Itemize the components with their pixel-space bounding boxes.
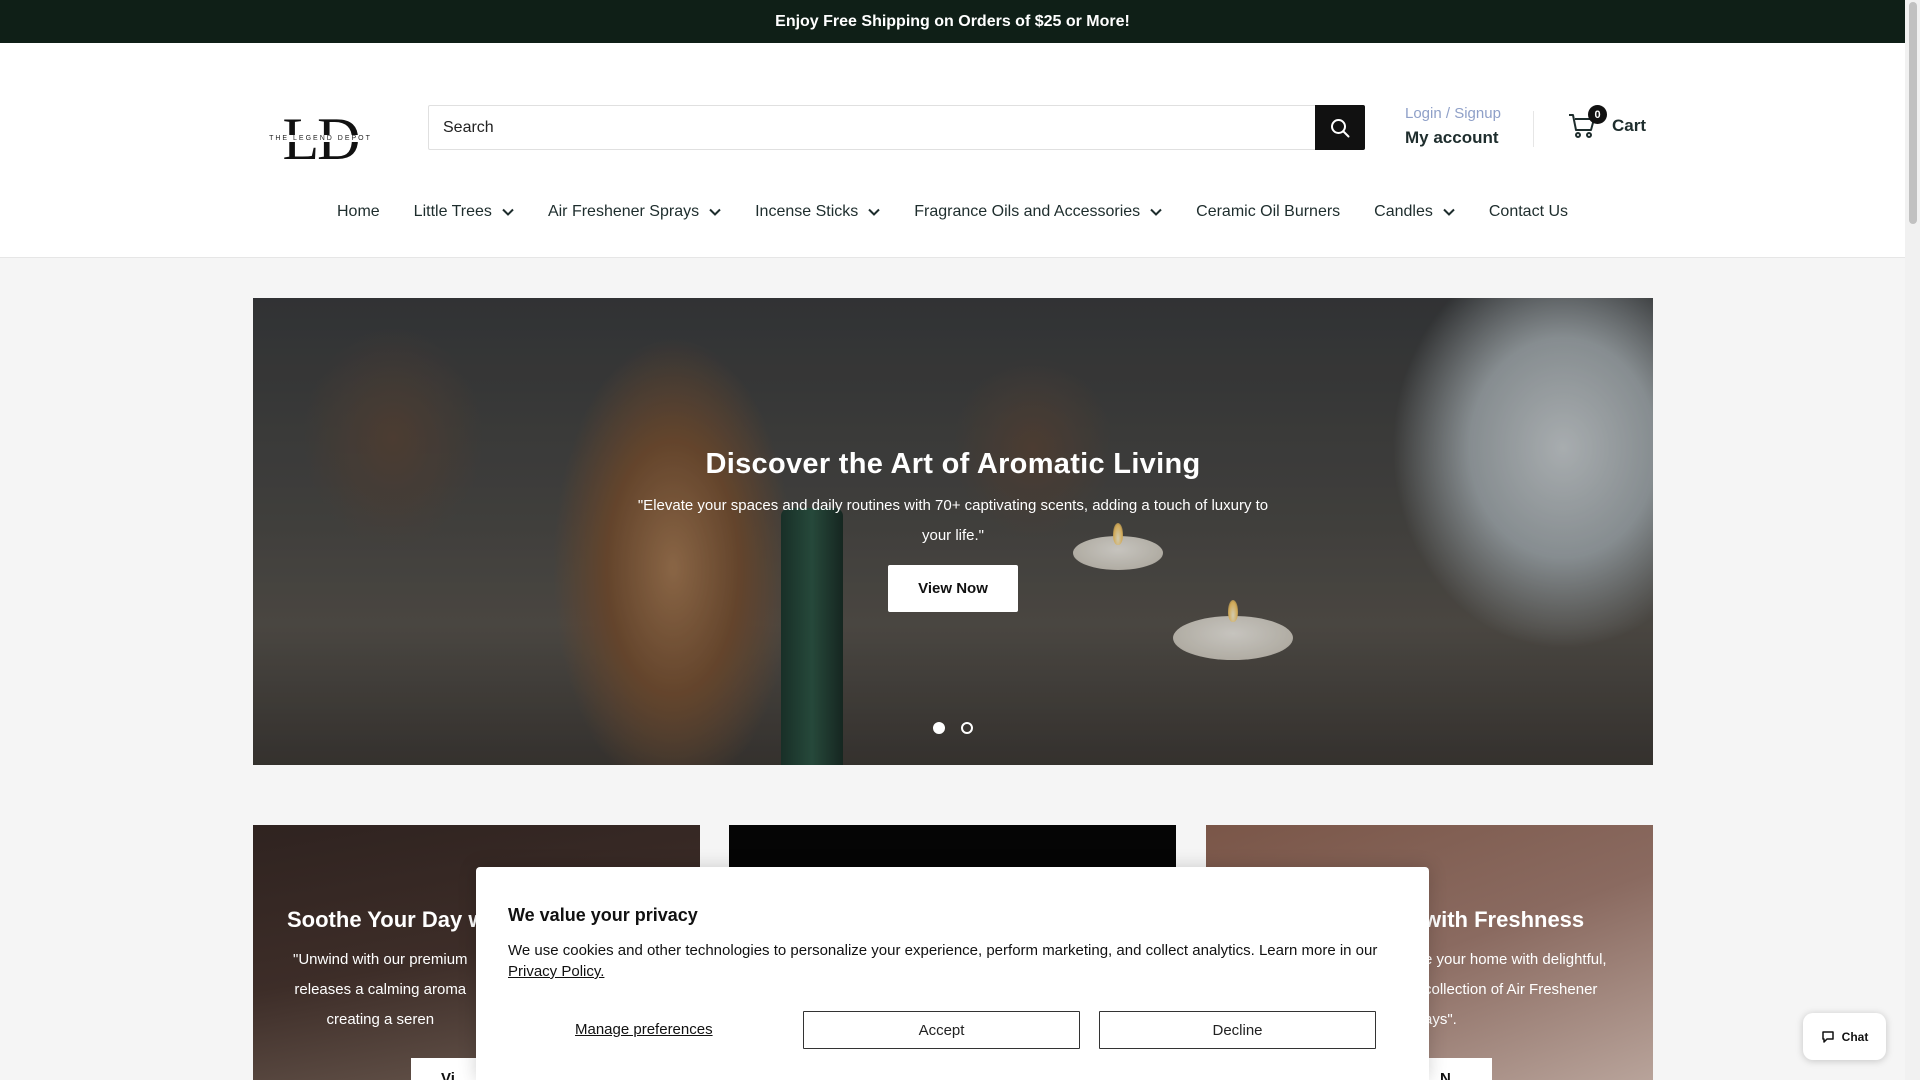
site-header: LD THE LEGEND DEPOT Login / Signup My ac… xyxy=(0,43,1905,258)
nav-item-label: Fragrance Oils and Accessories xyxy=(914,203,1141,220)
nav-item-candles[interactable]: Candles xyxy=(1357,203,1472,221)
hero-view-now-button[interactable]: View Now xyxy=(888,565,1018,612)
nav-item-incense-sticks[interactable]: Incense Sticks xyxy=(738,203,897,221)
nav-item-fragrance-oils[interactable]: Fragrance Oils and Accessories xyxy=(897,203,1179,221)
promo-card-line: ays". xyxy=(1424,1011,1457,1028)
search-bar xyxy=(428,105,1365,150)
hero-title: Discover the Art of Aromatic Living xyxy=(705,448,1201,480)
decline-button[interactable]: Decline xyxy=(1099,1011,1376,1049)
promo-card-text: "Unwind with our premium releases a calm… xyxy=(293,945,468,1035)
nav-item-label: Candles xyxy=(1374,203,1433,220)
promo-card-line: "Unwind with our premium xyxy=(293,951,468,968)
search-icon xyxy=(1331,118,1350,137)
cookie-body: We use cookies and other technologies to… xyxy=(508,942,1378,959)
logo[interactable]: LD THE LEGEND DEPOT xyxy=(253,78,388,172)
nav-item-ceramic-oil-burners[interactable]: Ceramic Oil Burners xyxy=(1179,203,1357,221)
promo-card-line: releases a calming aroma xyxy=(294,981,467,998)
chevron-down-icon xyxy=(502,208,514,216)
login-signup-link[interactable]: Login / Signup xyxy=(1405,105,1501,122)
hero-subtitle: "Elevate your spaces and daily routines … xyxy=(637,497,1269,544)
slide-dot-1[interactable] xyxy=(933,722,945,734)
scrollbar-thumb[interactable] xyxy=(1909,2,1917,224)
main-nav: Home Little Trees Air Freshener Sprays I… xyxy=(0,203,1905,221)
nav-item-label: Little Trees xyxy=(413,203,492,220)
announcement-text: Enjoy Free Shipping on Orders of $25 or … xyxy=(775,12,1130,30)
chevron-down-icon xyxy=(1150,208,1162,216)
promo-card-line: e your home with delightful, xyxy=(1424,951,1607,968)
chat-bubble-icon xyxy=(1821,1030,1834,1043)
promo-card-line: collection of Air Freshener xyxy=(1424,981,1598,998)
nav-item-contact-us[interactable]: Contact Us xyxy=(1472,203,1585,221)
header-divider xyxy=(1533,111,1534,147)
slide-dot-2[interactable] xyxy=(961,722,973,734)
page-scrollbar[interactable] xyxy=(1905,0,1920,1080)
nav-item-air-freshener-sprays[interactable]: Air Freshener Sprays xyxy=(531,203,738,221)
cart-button[interactable]: 0 Cart xyxy=(1568,105,1647,139)
nav-item-label: Home xyxy=(336,203,380,220)
promo-card-title: with Freshness xyxy=(1424,907,1585,932)
logo-text: THE LEGEND DEPOT xyxy=(267,134,374,142)
cookie-title: We value your privacy xyxy=(508,905,698,925)
cookie-banner: We value your privacy We use cookies and… xyxy=(476,867,1429,1080)
chat-label: Chat xyxy=(1841,1029,1869,1044)
nav-item-label: Contact Us xyxy=(1488,203,1569,220)
chevron-down-icon xyxy=(709,208,721,216)
chat-button[interactable]: Chat xyxy=(1803,1013,1886,1060)
nav-item-label: Air Freshener Sprays xyxy=(547,203,700,220)
cookie-actions: Manage preferences Accept Decline xyxy=(476,1011,1429,1049)
manage-preferences-link[interactable]: Manage preferences xyxy=(575,1021,713,1038)
nav-item-little-trees[interactable]: Little Trees xyxy=(397,203,531,221)
nav-item-label: Incense Sticks xyxy=(755,203,859,220)
slide-dots xyxy=(253,722,1653,734)
nav-item-home[interactable]: Home xyxy=(320,203,397,221)
account-links: Login / Signup My account xyxy=(1405,105,1501,148)
chevron-down-icon xyxy=(868,208,880,216)
cart-count-badge: 0 xyxy=(1588,105,1607,124)
promo-card-text: e your home with delightful, collection … xyxy=(1424,945,1607,1035)
cart-label: Cart xyxy=(1612,116,1647,135)
privacy-policy-link[interactable]: Privacy Policy. xyxy=(508,963,604,980)
hero-slideshow: Discover the Art of Aromatic Living "Ele… xyxy=(253,298,1653,765)
promo-card-title: Soothe Your Day wit xyxy=(287,907,499,932)
search-input[interactable] xyxy=(429,106,1315,149)
cookie-text: We use cookies and other technologies to… xyxy=(508,940,1397,982)
accept-button[interactable]: Accept xyxy=(803,1011,1080,1049)
promo-card-line: creating a seren xyxy=(326,1011,435,1028)
my-account-link[interactable]: My account xyxy=(1405,128,1501,148)
announcement-bar: Enjoy Free Shipping on Orders of $25 or … xyxy=(0,0,1905,43)
nav-item-label: Ceramic Oil Burners xyxy=(1196,203,1341,220)
search-button[interactable] xyxy=(1315,105,1365,150)
hero-content: Discover the Art of Aromatic Living "Ele… xyxy=(253,448,1653,612)
chevron-down-icon xyxy=(1443,208,1455,216)
